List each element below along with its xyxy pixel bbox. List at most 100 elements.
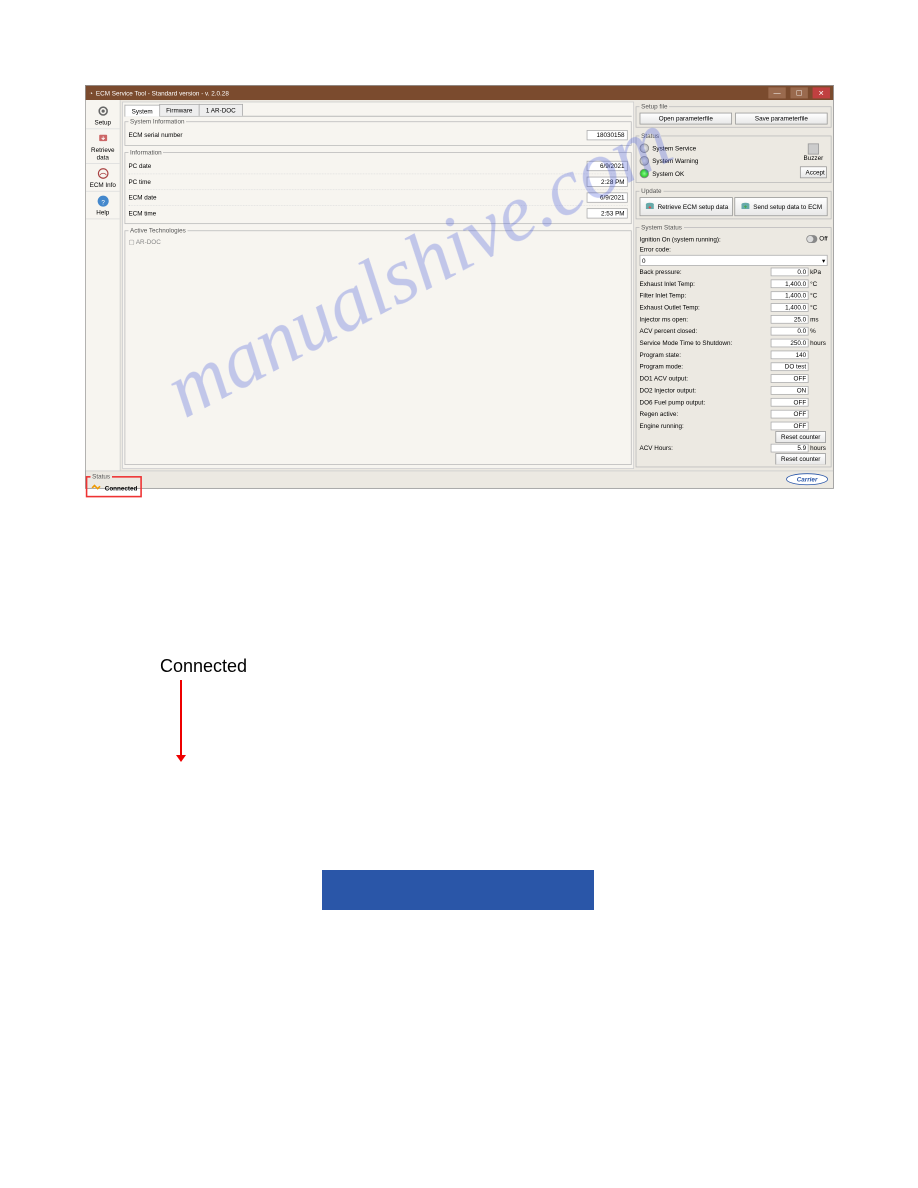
- row-unit: hours: [809, 339, 826, 346]
- legend: System Information: [128, 118, 186, 125]
- row-label: Regen active:: [640, 410, 771, 417]
- tab-firmware[interactable]: Firmware: [159, 104, 200, 116]
- row-label: ACV percent closed:: [640, 328, 771, 335]
- sidebar-item-retrieve[interactable]: Retrieve data: [86, 129, 120, 164]
- error-code-dropdown[interactable]: 0 ▾: [640, 255, 828, 266]
- error-code-label: Error code:: [640, 246, 671, 253]
- tab-system[interactable]: System: [125, 105, 160, 117]
- sidebar-label: Setup: [95, 119, 112, 126]
- buzzer-label: Buzzer: [804, 155, 824, 162]
- status-light-warning-icon: [640, 156, 649, 165]
- legend: Setup file: [640, 103, 670, 110]
- legend: System Status: [640, 224, 684, 231]
- row-label: DO1 ACV output:: [640, 375, 771, 382]
- ecm-date-label: ECM date: [128, 194, 156, 201]
- sidebar-item-setup[interactable]: Setup: [86, 102, 120, 130]
- acv-hours-unit: hours: [809, 444, 826, 451]
- ecm-date-value: 6/9/2021: [587, 192, 628, 202]
- row-value: 140: [771, 350, 809, 359]
- row-label: Engine running:: [640, 422, 771, 429]
- accept-button[interactable]: Accept: [800, 166, 827, 178]
- chevron-down-icon: ▾: [822, 257, 825, 264]
- tab-bar: System Firmware 1 AR-DOC: [125, 104, 632, 117]
- open-parameterfile-button[interactable]: Open parameterfile: [640, 113, 732, 125]
- help-icon: ?: [96, 194, 110, 208]
- annotation-arrow-icon: [180, 680, 182, 756]
- row-value: 0.0: [771, 267, 809, 276]
- row-unit: °C: [809, 280, 826, 287]
- save-parameterfile-button[interactable]: Save parameterfile: [735, 113, 827, 125]
- status-light-service-icon: [640, 143, 649, 152]
- pc-date-label: PC date: [128, 162, 151, 169]
- row-unit: %: [809, 328, 826, 335]
- gear-icon: [96, 104, 110, 118]
- row-label: DO2 Injector output:: [640, 387, 771, 394]
- row-value: 1,400.0: [771, 291, 809, 300]
- system-information-fieldset: System Information ECM serial number 180…: [125, 118, 632, 146]
- row-value: OFF: [771, 398, 809, 407]
- status-light-ok-icon: [640, 169, 649, 178]
- reset-counter-button[interactable]: Reset counter: [776, 431, 826, 443]
- footer-status-box: Status Connected: [86, 473, 142, 497]
- active-tech-item: ▢ AR-DOC: [128, 237, 627, 247]
- blue-box-annotation: [322, 870, 594, 910]
- carrier-logo: Carrier: [786, 473, 829, 487]
- footer-bar: Status Connected Carrier: [86, 471, 833, 488]
- row-unit: kPa: [809, 268, 826, 275]
- info-icon: [96, 166, 110, 180]
- row-value: OFF: [771, 374, 809, 383]
- row-label: Filter Inlet Temp:: [640, 292, 771, 299]
- close-button[interactable]: ✕: [813, 87, 830, 98]
- row-label: Exhaust Inlet Temp:: [640, 280, 771, 287]
- minimize-button[interactable]: —: [768, 87, 785, 98]
- ecm-serial-value: 18030158: [587, 130, 628, 140]
- send-ecm-button[interactable]: Send setup data to ECM: [734, 197, 827, 216]
- ignition-toggle-icon: [807, 235, 818, 243]
- reset-counter-button-2[interactable]: Reset counter: [776, 453, 826, 464]
- row-value: 25.0: [771, 315, 809, 324]
- row-label: Back pressure:: [640, 268, 771, 275]
- system-status-fieldset: System Status Ignition On (system runnin…: [636, 224, 832, 467]
- active-technologies-fieldset: Active Technologies ▢ AR-DOC: [125, 227, 632, 465]
- status-warning-label: System Warning: [652, 157, 698, 164]
- main-content-panel: System Firmware 1 AR-DOC System Informat…: [122, 102, 634, 469]
- retrieve-ecm-button[interactable]: Retrieve ECM setup data: [640, 197, 733, 216]
- acv-hours-value: 5.9: [771, 444, 809, 453]
- window-title: ECM Service Tool - Standard version - v.…: [96, 89, 229, 96]
- sidebar-label: Retrieve data: [91, 147, 115, 161]
- status-service-label: System Service: [652, 145, 696, 152]
- row-unit: ms: [809, 316, 826, 323]
- ecm-time-label: ECM time: [128, 210, 156, 217]
- svg-text:Carrier: Carrier: [797, 477, 818, 484]
- ecm-serial-label: ECM serial number: [128, 132, 182, 139]
- buzzer-icon: [808, 143, 819, 154]
- maximize-button[interactable]: ☐: [790, 87, 807, 98]
- status-fieldset: Status System Service System Warning Sys…: [636, 132, 832, 183]
- sidebar-item-help[interactable]: ? Help: [86, 192, 120, 220]
- row-value: OFF: [771, 410, 809, 419]
- annotation-connected-label: Connected: [160, 656, 247, 677]
- connected-icon: [91, 482, 102, 495]
- status-scroll-area[interactable]: Back pressure:0.0kPa Exhaust Inlet Temp:…: [640, 266, 828, 464]
- acv-hours-label: ACV Hours:: [640, 444, 771, 451]
- row-value: 1,400.0: [771, 303, 809, 312]
- row-label: Program mode:: [640, 363, 771, 370]
- app-icon: ◔: [89, 89, 93, 96]
- pc-time-label: PC time: [128, 178, 150, 185]
- svg-text:?: ?: [101, 199, 105, 206]
- download-icon: [96, 132, 110, 146]
- sidebar-item-ecminfo[interactable]: ECM Info: [86, 164, 120, 192]
- row-value: 0.0: [771, 327, 809, 336]
- title-bar: ◔ ECM Service Tool - Standard version - …: [86, 86, 833, 100]
- database-up-icon: [740, 201, 751, 212]
- sidebar-label: ECM Info: [90, 181, 116, 188]
- tab-ardoc[interactable]: 1 AR-DOC: [199, 104, 243, 116]
- information-fieldset: Information PC date6/9/2021 PC time2:28 …: [125, 149, 632, 224]
- setup-file-fieldset: Setup file Open parameterfile Save param…: [636, 103, 832, 127]
- sidebar: Setup Retrieve data ECM Info ? Help: [86, 100, 121, 471]
- connected-label: Connected: [105, 484, 138, 491]
- database-down-icon: [644, 201, 655, 212]
- app-window: ◔ ECM Service Tool - Standard version - …: [85, 85, 834, 489]
- row-label: Exhaust Outlet Temp:: [640, 304, 771, 311]
- ecm-time-value: 2:53 PM: [587, 208, 628, 218]
